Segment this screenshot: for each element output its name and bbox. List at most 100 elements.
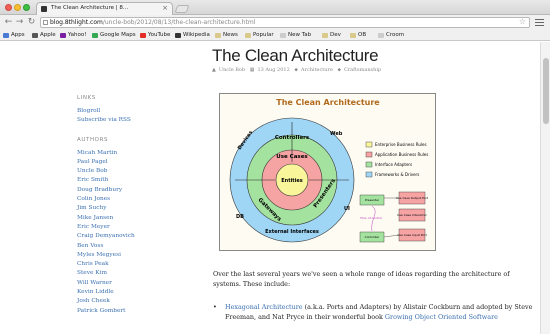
bookmark-item[interactable]: News [215,31,238,40]
svg-text:Use Case Output Port: Use Case Output Port [396,196,429,200]
author-link[interactable]: Doug Bradbury [77,186,197,195]
bookmark-icon [3,33,9,38]
post-title: The Clean Architecture [212,46,379,65]
post-meta: ▲ Uncle Bob ▦ 13 Aug 2012 ⬥ Architecture ⬥ C… [212,67,532,73]
post-author[interactable]: Uncle Bob [219,67,245,73]
bookmark-icon [322,33,328,38]
bookmark-icon [92,33,98,38]
author-link[interactable]: Jim Suchy [77,204,197,213]
reload-button[interactable]: ↻ [26,17,37,28]
scrollbar-thumb[interactable] [543,58,549,124]
bookmark-icon [60,33,66,38]
bookmarks-bar: Apps Apple Yahoo! Google Maps YouTube Wikiped… [0,30,550,41]
bookmark-item[interactable]: YouTube [140,31,170,40]
hexagonal-architecture-link[interactable]: Hexagonal Architecture [225,303,303,311]
bookmark-item[interactable]: Yahoo! [60,31,86,40]
author-link[interactable]: Myles Megyesi [77,251,197,260]
legend-application: Application Business Rules [375,152,428,157]
author-link[interactable]: Josh Cheek [77,297,197,306]
author-link[interactable]: Paul Pagel [77,158,197,167]
bookmark-icon [280,33,286,38]
url-host: blog.8thlight.com [50,19,103,26]
intro-paragraph: Over the last several years we've seen a… [213,270,510,288]
post-tag-2[interactable]: Craftsmanship [344,67,381,73]
author-link[interactable]: Colin Jones [77,195,197,204]
links-heading: LINKS [77,95,96,101]
new-tab-button[interactable] [174,5,190,13]
sidebar-link[interactable]: Blogroll [77,107,197,116]
author-link[interactable]: Patrick Gombert [77,307,197,316]
author-link[interactable]: Mike Jansen [77,214,197,223]
svg-text:Presenter: Presenter [365,198,380,202]
author-link[interactable]: Kevin Liddle [77,288,197,297]
legend-adapters: Interface Adapters [375,162,412,167]
bookmark-item[interactable]: Popular [245,31,274,40]
tag-icon: ⬥ [294,67,298,73]
svg-text:Controller: Controller [365,235,381,239]
ring-label-entities: Entities [281,178,303,184]
bookmark-icon [140,33,146,38]
calendar-icon: ▦ [249,67,255,73]
ring-label-web: Web [330,131,343,137]
author-link[interactable]: Craig Demyanovich [77,232,197,241]
chrome-menu-icon[interactable] [535,17,544,28]
bookmark-icon [32,33,38,38]
forward-button[interactable]: → [14,17,25,28]
bookmark-label: Popular [253,32,274,38]
post-tag-1[interactable]: Architecture [301,67,333,73]
bookmark-label: Wikipedia [183,32,210,38]
page-scrollbar[interactable] [540,42,550,334]
ring-label-usecases: Use Cases [276,154,308,160]
sidebar: LINKS Blogroll Subscribe via RSS AUTHORS … [77,95,197,316]
goos-link[interactable]: Growing Object Oriented Software [385,313,498,321]
bookmark-icon [175,33,181,38]
window-titlebar: The Clean Architecture | 8... × [0,0,550,15]
browser-tab[interactable]: The Clean Architecture | 8... × [36,2,173,15]
bookmark-label: OB [358,32,367,38]
author-link[interactable]: Ben Voss [77,242,197,251]
bookmark-item[interactable]: Croom [378,31,404,40]
zoom-window-button[interactable] [23,4,30,11]
close-window-button[interactable] [5,4,12,11]
author-link[interactable]: Will Warner [77,279,197,288]
minimize-window-button[interactable] [14,4,21,11]
ring-label-db: DB [236,214,244,220]
author-link[interactable]: Steve Kim [77,269,197,278]
bullet-icon: • [213,303,217,311]
bookmark-label: Google Maps [100,32,136,38]
ring-label-controllers: Controllers [275,135,310,141]
back-button[interactable]: ← [3,17,14,28]
bookmark-item[interactable]: OB [350,31,366,40]
author-link[interactable]: Eric Smith [77,176,197,185]
author-link[interactable]: Micah Martin [77,149,197,158]
bookmark-item[interactable]: New Tab [280,31,311,40]
author-link[interactable]: Uncle Bob [77,167,197,176]
author-link[interactable]: Chris Peak [77,260,197,269]
sidebar-link[interactable]: Subscribe via RSS [77,116,197,125]
bookmark-item[interactable]: Dev [322,31,341,40]
bookmark-label: Croom [386,32,405,38]
author-link[interactable]: Eric Meyer [77,223,197,232]
bookmark-icon [350,33,356,38]
bookmark-item[interactable]: Wikipedia [175,31,210,40]
clean-architecture-diagram: The Clean Architecture Web Devices Contr… [219,93,436,251]
site-favicon-icon [41,6,47,12]
address-bar[interactable]: blog.8thlight.com/uncle-bob/2012/08/13/t… [40,17,530,28]
bookmark-label: Dev [330,32,341,38]
ring-label-external: External Interfaces [265,229,319,235]
list-item: • Hexagonal Architecture (a.k.a. Ports a… [213,302,533,322]
bookmark-item[interactable]: Google Maps [92,31,136,40]
tab-close-icon[interactable]: × [162,3,168,14]
page-icon [43,20,48,25]
bookmark-label: News [223,32,238,38]
article-header: The Clean Architecture ▲ Uncle Bob ▦ 13 Au… [212,46,532,73]
bookmark-label: Apps [11,32,25,38]
bookmark-icon [245,33,251,38]
bookmark-star-icon[interactable]: ☆ [519,17,526,26]
bookmark-item[interactable]: Apps [3,31,25,40]
url-path: /uncle-bob/2012/08/13/the-clean-architec… [102,19,256,26]
svg-text:Use Case Interactor: Use Case Interactor [397,213,427,217]
authors-heading: AUTHORS [77,136,109,143]
bookmark-label: New Tab [288,32,312,38]
bookmark-item[interactable]: Apple [32,31,56,40]
